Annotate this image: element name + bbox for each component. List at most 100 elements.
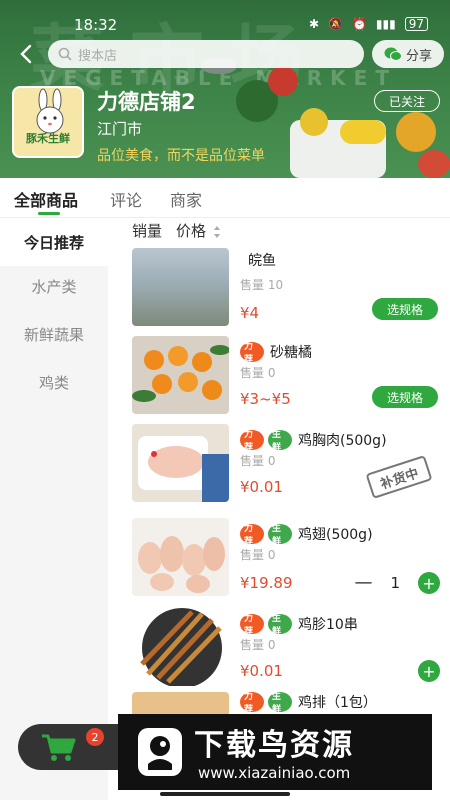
product-item[interactable]: 力荐 砂糖橘 售量 0 ¥3~¥5 选规格 (122, 332, 450, 416)
product-image (132, 424, 229, 502)
product-name: 鸡排（1包） (298, 695, 377, 711)
product-image (132, 518, 229, 596)
select-spec-button[interactable]: 选规格 (372, 386, 438, 408)
product-price: ¥4 (240, 304, 260, 322)
add-to-cart-button[interactable]: + (418, 660, 440, 682)
watermark-url: www.xiazainiao.com (198, 764, 351, 782)
product-item[interactable]: 力荐 生鲜 鸡翅(500g) 售量 0 ¥19.89 — 1 + (122, 514, 450, 598)
status-icons: ✱ 🔕 ⏰ ▮▮▮ 97 (309, 17, 428, 31)
product-sales: 售量 0 (240, 638, 276, 652)
product-title-row: 力荐 生鲜 鸡排（1包） (240, 692, 377, 715)
fruit-decoration (418, 150, 450, 178)
product-name: 砂糖橘 (270, 345, 312, 361)
chicken-wings-image (138, 536, 225, 593)
pepper-decoration (300, 108, 328, 136)
product-sales: 售量 0 (240, 548, 276, 562)
tab-reviews[interactable]: 评论 (110, 187, 142, 211)
share-label: 分享 (405, 48, 432, 64)
select-spec-button[interactable]: 选规格 (372, 298, 438, 320)
search-input[interactable]: 搜本店 (48, 40, 364, 68)
category-sidebar: 今日推荐 水产类 新鲜蔬果 鸡类 (0, 218, 108, 800)
product-sales: 售量 0 (240, 454, 276, 468)
watermark-overlay: 下载鸟资源 www.xiazainiao.com (118, 714, 432, 790)
bluetooth-icon: ✱ (308, 17, 319, 31)
product-name: 鸡胗10串 (298, 617, 358, 633)
fresh-tag: 生鲜 (268, 614, 292, 637)
mute-icon: 🔕 (328, 17, 343, 31)
signal-icon: ▮▮▮ (375, 17, 396, 31)
category-today-recommend[interactable]: 今日推荐 (0, 218, 108, 266)
store-tabs: 全部商品 评论 商家 (0, 178, 450, 218)
decrease-quantity-button[interactable]: — (354, 574, 372, 592)
status-time: 18:32 (74, 16, 118, 34)
product-title-row: 力荐 砂糖橘 (240, 342, 312, 365)
product-item[interactable]: 皖鱼 售量 10 ¥4 选规格 (122, 244, 450, 328)
sort-by-price[interactable]: 价格 (176, 220, 221, 240)
follow-button[interactable]: 已关注 (374, 90, 440, 112)
add-to-cart-control: + (418, 660, 440, 682)
increase-quantity-button[interactable]: + (418, 572, 440, 594)
category-fresh-produce[interactable]: 新鲜蔬果 (0, 310, 108, 358)
alarm-icon: ⏰ (351, 17, 367, 31)
sort-price-label: 价格 (176, 222, 207, 240)
share-button[interactable]: 分享 (372, 40, 444, 68)
product-title-row: 力荐 生鲜 鸡胸肉(500g) (240, 430, 387, 453)
product-price: ¥0.01 (240, 478, 283, 496)
fresh-tag: 生鲜 (268, 692, 292, 715)
category-chicken[interactable]: 鸡类 (0, 358, 108, 406)
cart-count-badge: 2 (86, 728, 104, 746)
product-image (132, 248, 229, 326)
search-placeholder: 搜本店 (78, 48, 118, 64)
product-sales: 售量 0 (240, 366, 276, 380)
store-banner: 菜市场 VEGETABLE MARKET 18:32 ✱ 🔕 ⏰ ▮▮▮ 97 … (0, 0, 450, 178)
banana-decoration (340, 120, 386, 144)
fresh-tag: 生鲜 (268, 524, 292, 547)
bird-logo-icon (138, 728, 182, 776)
tab-all-products[interactable]: 全部商品 (14, 187, 78, 211)
store-city: 江门市 (97, 120, 143, 138)
quantity-value: 1 (390, 574, 400, 592)
recommend-tag: 力荐 (240, 342, 264, 365)
tomato-decoration (268, 66, 298, 96)
recommend-tag: 力荐 (240, 430, 264, 453)
skewers-image (140, 608, 222, 686)
sort-by-sales[interactable]: 销量 (132, 220, 162, 240)
product-price: ¥3~¥5 (240, 390, 291, 408)
product-sales: 售量 10 (240, 278, 284, 292)
search-icon (58, 47, 72, 61)
recommend-tag: 力荐 (240, 692, 264, 715)
wechat-icon (384, 47, 402, 61)
recommend-tag: 力荐 (240, 614, 264, 637)
back-button[interactable] (16, 42, 38, 66)
recommend-tag: 力荐 (240, 524, 264, 547)
product-name: 鸡翅(500g) (298, 527, 373, 543)
sort-arrows-icon (213, 225, 220, 238)
product-item[interactable]: 力荐 生鲜 鸡胗10串 售量 0 ¥0.01 + (122, 604, 450, 688)
category-aquatic[interactable]: 水产类 (0, 262, 108, 310)
product-image (132, 336, 229, 414)
fresh-tag: 生鲜 (268, 430, 292, 453)
sort-bar: 销量 价格 (132, 220, 221, 240)
product-title-row: 力荐 生鲜 鸡胗10串 (240, 614, 358, 637)
active-tab-indicator (38, 212, 60, 215)
tab-merchant[interactable]: 商家 (170, 187, 202, 211)
quantity-stepper: — 1 + (354, 572, 440, 594)
store-logo: 豚禾生鲜 (12, 86, 84, 158)
battery-icon: 97 (404, 17, 428, 31)
status-bar: 18:32 ✱ 🔕 ⏰ ▮▮▮ 97 (0, 0, 450, 34)
product-image (132, 608, 229, 686)
home-indicator (160, 792, 290, 796)
chevron-left-icon (20, 44, 32, 64)
shopping-cart-icon (42, 734, 76, 761)
orange-decoration (396, 112, 436, 152)
store-name: 力德店铺2 (97, 90, 196, 114)
store-logo-text: 豚禾生鲜 (26, 132, 70, 145)
product-name: 鸡胸肉(500g) (298, 433, 387, 449)
product-title-row: 力荐 生鲜 鸡翅(500g) (240, 524, 373, 547)
chicken-breast-image (138, 436, 229, 502)
product-name: 皖鱼 (248, 253, 276, 269)
product-price: ¥0.01 (240, 662, 283, 680)
oranges-image (132, 345, 229, 402)
watermark-title: 下载鸟资源 (194, 728, 354, 763)
product-title-row: 皖鱼 (240, 250, 276, 270)
